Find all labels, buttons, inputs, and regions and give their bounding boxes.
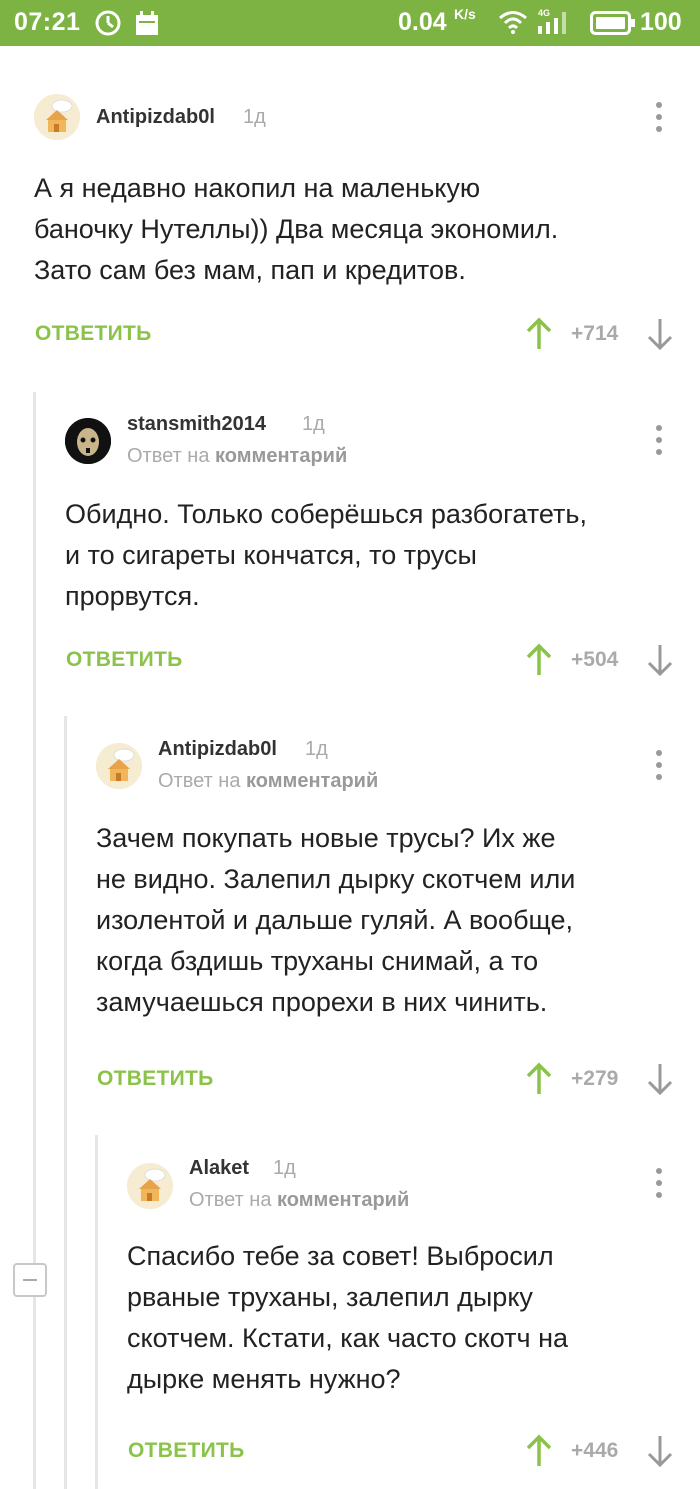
chef-house-avatar-icon bbox=[127, 1163, 173, 1209]
comment-age: 1д bbox=[243, 106, 266, 128]
comment-text: Обидно. Только соберёшься разбогатеть, и… bbox=[65, 499, 587, 611]
avatar[interactable] bbox=[65, 418, 111, 464]
avatar[interactable] bbox=[96, 743, 142, 789]
reply-button[interactable]: ОТВЕТИТЬ bbox=[97, 1067, 214, 1091]
avatar[interactable] bbox=[34, 94, 80, 140]
thread-line bbox=[95, 1135, 98, 1489]
thread-line bbox=[64, 716, 67, 1489]
upvote-arrow-icon[interactable] bbox=[526, 317, 552, 351]
more-options-icon[interactable] bbox=[655, 1168, 663, 1202]
reply-button[interactable]: ОТВЕТИТЬ bbox=[66, 648, 183, 672]
username[interactable]: Alaket bbox=[189, 1157, 249, 1180]
comment-text: А я недавно накопил на маленькую баночку… bbox=[34, 173, 559, 285]
battery-level: 100 bbox=[640, 8, 682, 36]
reply-to-link[interactable]: комментарий bbox=[277, 1189, 409, 1211]
username[interactable]: stansmith2014 bbox=[127, 413, 266, 436]
downvote-arrow-icon[interactable] bbox=[647, 1434, 673, 1468]
chef-house-avatar-icon bbox=[34, 94, 80, 140]
score: +279 bbox=[571, 1067, 619, 1090]
reply-to-link[interactable]: комментарий bbox=[246, 770, 378, 792]
upvote-arrow-icon[interactable] bbox=[526, 1062, 552, 1096]
upvote-arrow-icon[interactable] bbox=[526, 1434, 552, 1468]
alarm-icon bbox=[95, 10, 121, 36]
reply-button[interactable]: ОТВЕТИТЬ bbox=[35, 322, 152, 346]
more-options-icon[interactable] bbox=[655, 750, 663, 784]
reply-button[interactable]: ОТВЕТИТЬ bbox=[128, 1439, 245, 1463]
comment-age: 1д bbox=[305, 738, 328, 760]
chef-house-avatar-icon bbox=[96, 743, 142, 789]
score: +714 bbox=[571, 322, 619, 345]
more-options-icon[interactable] bbox=[655, 102, 663, 136]
net-speed: 0.04 bbox=[398, 8, 447, 36]
username[interactable]: Antipizdab0l bbox=[96, 106, 215, 129]
downvote-arrow-icon[interactable] bbox=[647, 643, 673, 677]
downvote-arrow-icon[interactable] bbox=[647, 1062, 673, 1096]
battery-icon bbox=[590, 11, 635, 35]
comment-age: 1д bbox=[302, 413, 325, 435]
reply-to-label: Ответ на комментарий bbox=[158, 770, 379, 792]
comment-text: Зачем покупать новые трусы? Их же не вид… bbox=[96, 823, 576, 1017]
avatar[interactable] bbox=[127, 1163, 173, 1209]
thread-line bbox=[33, 392, 36, 1489]
reply-to-link[interactable]: комментарий bbox=[215, 445, 347, 467]
reply-to-label: Ответ на комментарий bbox=[127, 445, 348, 467]
net-speed-unit: K/s bbox=[454, 6, 476, 22]
signal-icon bbox=[538, 12, 566, 34]
status-bar: 07:21 0.04 K/s 4G 100 bbox=[0, 0, 700, 46]
comment-age: 1д bbox=[273, 1157, 296, 1179]
collapse-thread-button[interactable] bbox=[13, 1263, 47, 1297]
username[interactable]: Antipizdab0l bbox=[158, 738, 277, 761]
downvote-arrow-icon[interactable] bbox=[647, 317, 673, 351]
comment-text: Спасибо тебе за совет! Выбросил рваные т… bbox=[127, 1241, 569, 1394]
hockey-mask-avatar-icon bbox=[65, 418, 111, 464]
upvote-arrow-icon[interactable] bbox=[526, 643, 552, 677]
score: +446 bbox=[571, 1439, 619, 1462]
more-options-icon[interactable] bbox=[655, 425, 663, 459]
score: +504 bbox=[571, 648, 619, 671]
wifi-icon bbox=[499, 11, 527, 34]
status-time: 07:21 bbox=[14, 8, 81, 36]
calendar-icon bbox=[136, 11, 158, 35]
reply-to-label: Ответ на комментарий bbox=[189, 1189, 410, 1211]
